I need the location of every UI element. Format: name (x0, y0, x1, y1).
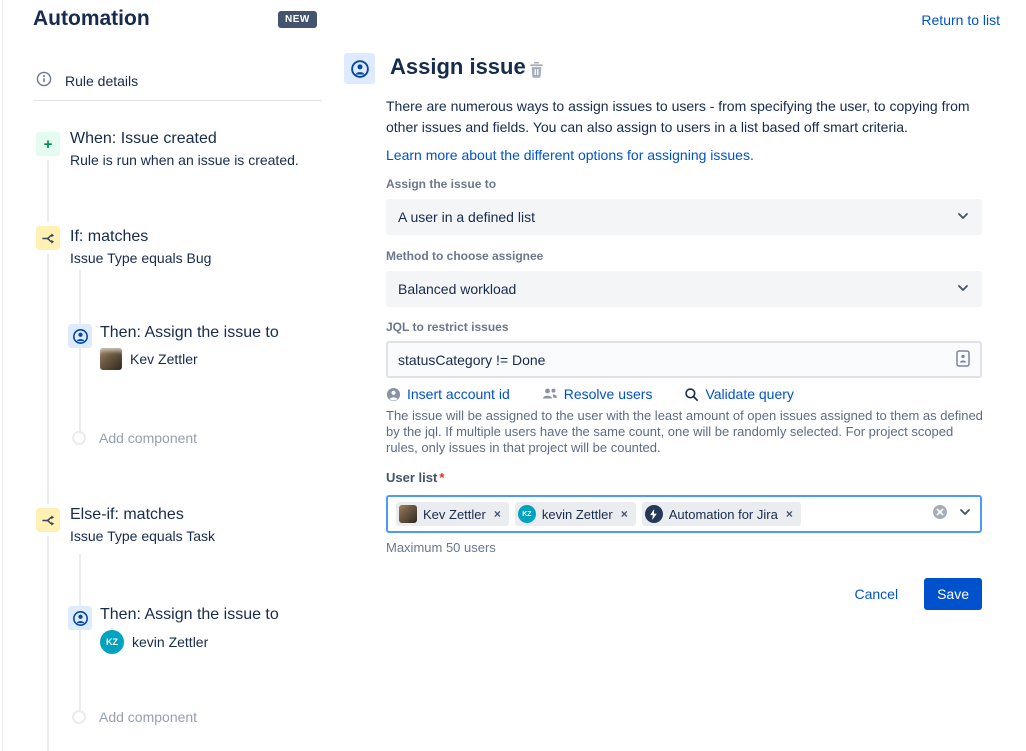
user-name: Kev Zettler (130, 351, 198, 367)
insert-account-id-button[interactable]: Insert account id (386, 386, 510, 402)
avatar: KZ (518, 505, 536, 523)
avatar (100, 348, 122, 370)
connector-line (79, 630, 81, 712)
panel-left-border (2, 0, 3, 751)
user-list-multiselect[interactable]: Kev Zettler × KZ kevin Zettler × Automat… (386, 495, 982, 533)
connector-line (79, 554, 81, 606)
validate-query-label: Validate query (705, 386, 793, 402)
remove-chip-button[interactable]: × (784, 507, 795, 521)
user-chip: Kev Zettler × (396, 502, 509, 526)
max-users-help: Maximum 50 users (386, 540, 496, 555)
chip-label: Kev Zettler (423, 507, 486, 522)
sidebar-node-when-title[interactable]: When: Issue created (70, 130, 217, 148)
user-name: kevin Zettler (132, 634, 208, 650)
sidebar-node-if-title[interactable]: If: matches (70, 228, 148, 246)
user-list-label: User list* (386, 470, 444, 485)
avatar: KZ (100, 630, 124, 654)
jql-value: statusCategory != Done (398, 352, 545, 368)
search-icon (684, 387, 699, 402)
sidebar-divider (33, 100, 322, 101)
lightning-bolt-icon (645, 505, 663, 523)
new-badge: NEW (278, 11, 317, 28)
method-value: Balanced workload (398, 281, 516, 297)
branch-icon (36, 508, 60, 532)
add-component-circle-icon (72, 710, 86, 724)
chevron-down-icon (956, 281, 970, 298)
method-help-text: The issue will be assigned to the user w… (386, 408, 986, 456)
delete-component-icon[interactable] (529, 61, 544, 83)
person-icon (386, 387, 401, 402)
jql-label: JQL to restrict issues (386, 320, 509, 334)
chip-label: Automation for Jira (669, 507, 778, 522)
method-select[interactable]: Balanced workload (386, 271, 982, 307)
sidebar-node-then1-title[interactable]: Then: Assign the issue to (100, 324, 279, 342)
assign-user-icon (68, 324, 92, 348)
assign-to-label: Assign the issue to (386, 177, 496, 191)
jql-input[interactable]: statusCategory != Done (386, 341, 982, 378)
sidebar-then2-user: KZ kevin Zettler (100, 630, 208, 654)
sidebar-item-rule-details[interactable]: Rule details (36, 71, 138, 90)
resolve-users-button[interactable]: Resolve users (542, 386, 653, 402)
sidebar-node-if-subtitle: Issue Type equals Bug (70, 250, 211, 266)
resolve-users-label: Resolve users (564, 386, 653, 402)
user-chip: KZ kevin Zettler × (515, 502, 636, 526)
chevron-down-icon[interactable] (958, 505, 972, 524)
connector-line (79, 270, 81, 324)
add-component-circle-icon (72, 431, 86, 445)
user-chip: Automation for Jira × (642, 502, 801, 526)
avatar (399, 505, 417, 523)
user-picker-icon[interactable] (956, 350, 970, 370)
chip-label: kevin Zettler (542, 507, 613, 522)
automation-rule-editor: Automation NEW Return to list Rule detai… (0, 0, 1026, 751)
connector-line (79, 348, 81, 433)
multiselect-controls (932, 504, 972, 525)
validate-query-button[interactable]: Validate query (684, 386, 793, 402)
form-buttons: Cancel Save (386, 578, 982, 610)
sidebar-node-then2-title[interactable]: Then: Assign the issue to (100, 606, 279, 624)
learn-more-link[interactable]: Learn more about the different options f… (386, 147, 754, 163)
jql-actions-row: Insert account id Resolve users Validate… (386, 386, 982, 402)
component-description: There are numerous ways to assign issues… (386, 96, 972, 138)
remove-chip-button[interactable]: × (619, 507, 630, 521)
sidebar-node-elseif-subtitle: Issue Type equals Task (70, 528, 215, 544)
user-list-label-text: User list (386, 470, 437, 485)
sidebar-then1-user: Kev Zettler (100, 348, 198, 370)
save-button[interactable]: Save (924, 578, 982, 610)
sidebar-node-when-subtitle: Rule is run when an issue is created. (70, 152, 299, 168)
required-asterisk: * (439, 470, 444, 485)
clear-all-icon[interactable] (932, 504, 948, 525)
connector-line (47, 160, 49, 222)
sidebar-node-elseif-title[interactable]: Else-if: matches (70, 506, 184, 524)
info-icon (36, 71, 52, 90)
method-label: Method to choose assignee (386, 249, 543, 263)
add-component-button[interactable]: Add component (72, 430, 197, 446)
chevron-down-icon (956, 209, 970, 226)
assign-user-icon (68, 606, 92, 630)
assign-to-value: A user in a defined list (398, 209, 535, 225)
add-component-button[interactable]: Add component (72, 709, 197, 725)
component-title: Assign issue (390, 54, 526, 80)
assign-to-select[interactable]: A user in a defined list (386, 199, 982, 235)
connector-line (47, 536, 49, 751)
insert-account-id-label: Insert account id (407, 386, 510, 402)
return-to-list-link[interactable]: Return to list (921, 12, 1000, 28)
trigger-plus-icon: + (36, 132, 60, 156)
remove-chip-button[interactable]: × (492, 507, 503, 521)
cancel-button[interactable]: Cancel (854, 586, 898, 602)
connector-line (47, 254, 49, 504)
people-icon (542, 387, 558, 401)
assign-issue-header-icon (344, 53, 375, 84)
rule-details-label: Rule details (65, 73, 138, 89)
add-component-label: Add component (99, 430, 197, 446)
add-component-label: Add component (99, 709, 197, 725)
page-title: Automation (33, 7, 150, 31)
branch-icon (36, 226, 60, 250)
